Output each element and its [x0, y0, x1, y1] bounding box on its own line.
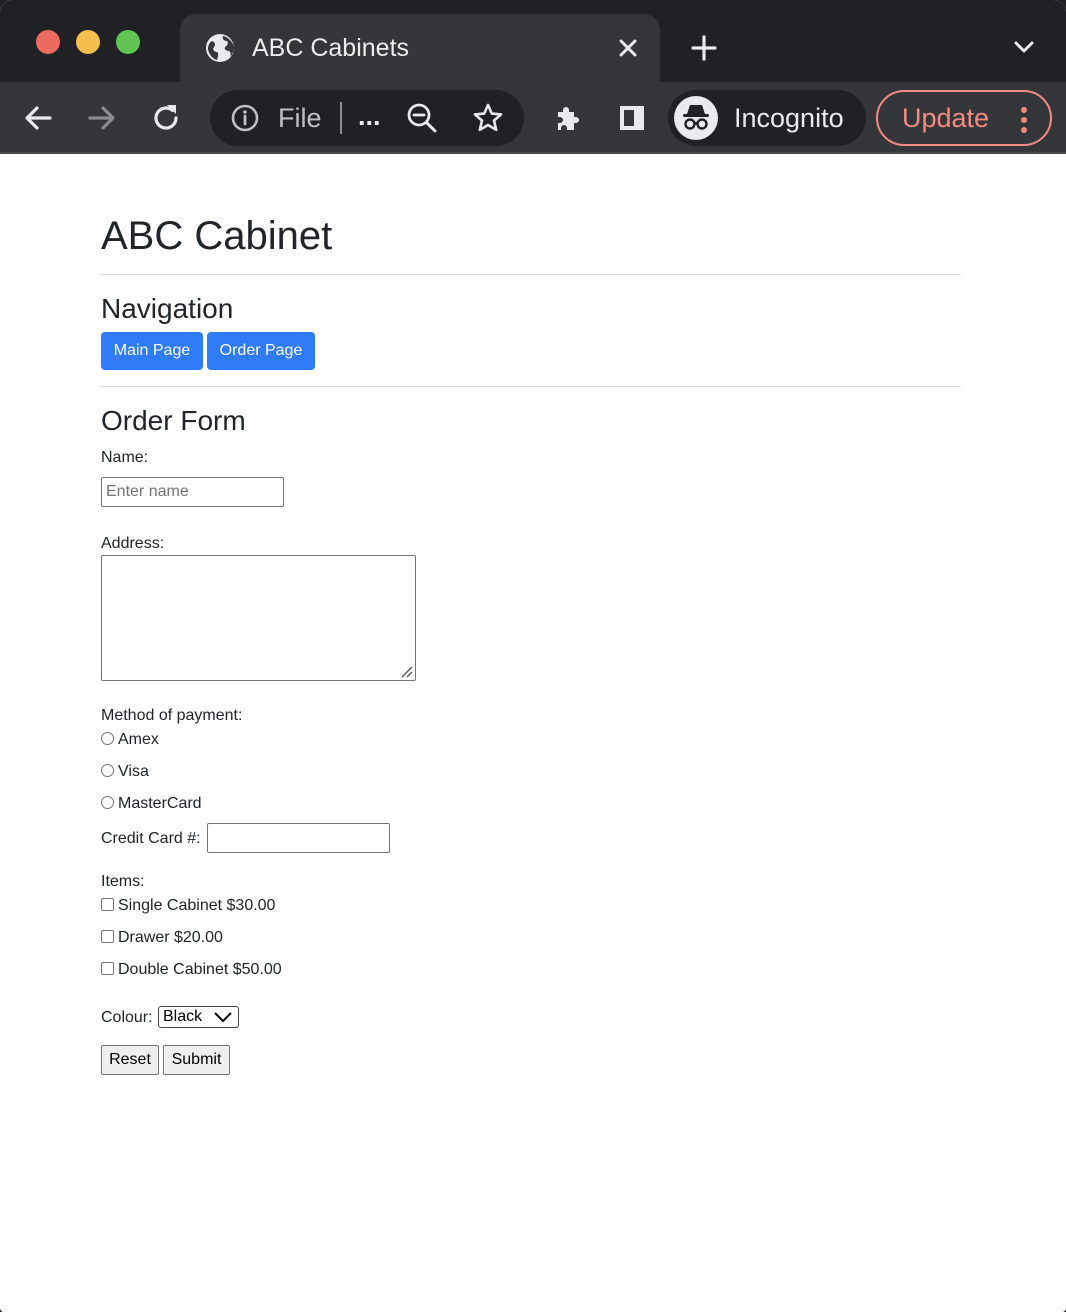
colour-label: Colour:: [101, 1009, 153, 1026]
order-form-heading: Order Form: [101, 405, 246, 436]
incognito-icon: [683, 105, 709, 130]
omnibox-scheme-text: File: [278, 103, 322, 133]
browser-window: ABC Cabinets File ... Incognito Update A…: [0, 0, 1066, 1312]
name-label: Name:: [101, 449, 149, 466]
minimize-window-button[interactable]: [76, 30, 100, 54]
double-cabinet-label: Double Cabinet $50.00: [118, 961, 282, 978]
plus-icon[interactable]: [690, 34, 718, 62]
update-button[interactable]: Update: [876, 90, 1052, 146]
order-page-button[interactable]: Order Page: [207, 332, 315, 370]
tab-strip: ABC Cabinets: [0, 0, 1066, 82]
browser-toolbar: File ... Incognito Update: [0, 82, 1066, 154]
submit-button[interactable]: Submit: [163, 1045, 230, 1075]
payment-label: Method of payment:: [101, 707, 243, 724]
globe-icon: [206, 34, 234, 62]
divider: [101, 274, 961, 275]
zoom-out-icon[interactable]: [406, 102, 438, 134]
colour-select[interactable]: Black: [158, 1006, 239, 1028]
incognito-profile-button[interactable]: Incognito: [668, 90, 866, 146]
single-cabinet-checkbox[interactable]: [101, 898, 114, 911]
name-input[interactable]: [101, 477, 284, 507]
star-icon[interactable]: [472, 102, 504, 134]
incognito-avatar: [674, 96, 718, 140]
colour-selected-value: Black: [163, 1008, 203, 1025]
items-label: Items:: [101, 873, 145, 890]
address-textarea[interactable]: [101, 555, 416, 681]
tab-abc-cabinets[interactable]: ABC Cabinets: [180, 14, 660, 82]
chevron-down-icon[interactable]: [1012, 38, 1036, 58]
amex-radio[interactable]: [101, 732, 114, 745]
resize-grip-icon[interactable]: [399, 664, 413, 678]
tab-title: ABC Cabinets: [252, 34, 410, 62]
drawer-checkbox[interactable]: [101, 930, 114, 943]
puzzle-icon[interactable]: [552, 102, 584, 134]
mastercard-radio[interactable]: [101, 796, 114, 809]
update-label: Update: [902, 103, 990, 133]
drawer-label: Drawer $20.00: [118, 929, 223, 946]
visa-radio[interactable]: [101, 764, 114, 777]
mastercard-label: MasterCard: [118, 795, 202, 812]
arrow-left-icon[interactable]: [22, 102, 54, 134]
address-label: Address:: [101, 535, 165, 552]
omnibox[interactable]: File ...: [210, 90, 524, 146]
incognito-label: Incognito: [734, 103, 844, 133]
reload-icon[interactable]: [150, 102, 182, 134]
chevron-down-icon: [214, 1012, 232, 1022]
main-page-button[interactable]: Main Page: [101, 332, 203, 370]
maximize-window-button[interactable]: [116, 30, 140, 54]
arrow-right-icon[interactable]: [86, 102, 118, 134]
omnibox-url-ellipsis: ...: [358, 101, 381, 131]
omnibox-separator: [340, 102, 342, 134]
credit-card-input[interactable]: [207, 823, 390, 853]
close-icon[interactable]: [616, 36, 640, 60]
navigation-heading: Navigation: [101, 293, 234, 324]
close-window-button[interactable]: [36, 30, 60, 54]
info-icon[interactable]: [230, 103, 260, 133]
page-title: ABC Cabinet: [101, 214, 333, 258]
divider: [101, 386, 961, 387]
amex-label: Amex: [118, 731, 159, 748]
visa-label: Visa: [118, 763, 149, 780]
page-viewport: ABC Cabinet Navigation Main Page Order P…: [0, 156, 1066, 1312]
kebab-menu-icon[interactable]: [1016, 104, 1032, 136]
side-panel-icon[interactable]: [616, 102, 648, 134]
double-cabinet-checkbox[interactable]: [101, 962, 114, 975]
reset-button[interactable]: Reset: [101, 1045, 159, 1075]
single-cabinet-label: Single Cabinet $30.00: [118, 897, 276, 914]
credit-card-label: Credit Card #:: [101, 830, 201, 847]
